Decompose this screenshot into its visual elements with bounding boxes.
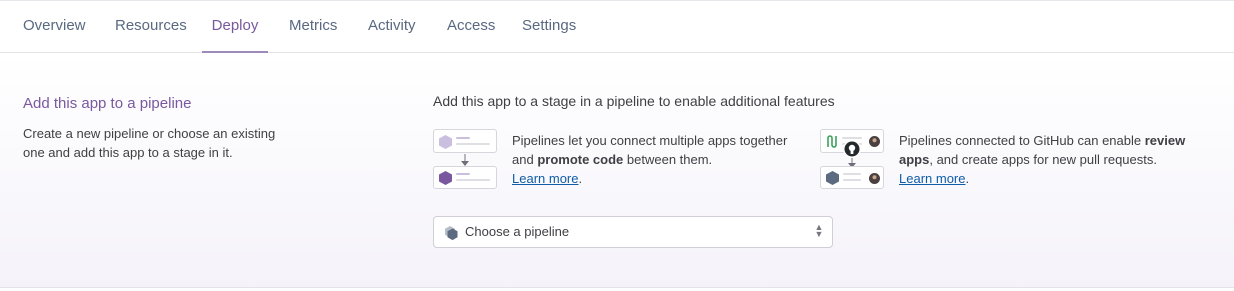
choose-pipeline-select[interactable]: Choose a pipeline ▲ ▼ bbox=[433, 216, 833, 248]
tab-resources[interactable]: Resources bbox=[115, 3, 187, 53]
select-chevron-icon: ▲ ▼ bbox=[814, 222, 824, 239]
tab-label: Settings bbox=[522, 17, 577, 34]
feature-bold-text: promote code bbox=[537, 152, 624, 167]
tab-label: Access bbox=[447, 17, 496, 34]
tab-label: Metrics bbox=[289, 17, 338, 34]
feature-text: . bbox=[965, 171, 970, 186]
tab-settings[interactable]: Settings bbox=[522, 3, 576, 53]
tab-access[interactable]: Access bbox=[447, 3, 495, 53]
learn-more-github-link[interactable]: Learn more bbox=[899, 171, 965, 186]
section-description: Create a new pipeline or choose an exist… bbox=[23, 126, 276, 160]
tab-deploy[interactable]: Deploy bbox=[202, 3, 268, 53]
select-value: Choose a pipeline bbox=[465, 224, 570, 239]
tab-overview[interactable]: Overview bbox=[23, 3, 86, 53]
app-tabs: Overview Resources Deploy Metrics Activi… bbox=[0, 3, 1234, 53]
feature-pipelines-text: Pipelines let you connect multiple apps … bbox=[512, 131, 802, 188]
feature-text: between them. bbox=[623, 152, 713, 167]
pipeline-hexagon-icon bbox=[445, 226, 458, 241]
tab-label: Activity bbox=[368, 17, 416, 34]
tab-label: Overview bbox=[23, 17, 86, 34]
section-title: Add this app to a pipeline bbox=[23, 95, 192, 112]
pipeline-stages-illustration-icon bbox=[433, 129, 497, 189]
tab-label: Resources bbox=[115, 17, 187, 34]
feature-github-text: Pipelines connected to GitHub can enable… bbox=[899, 131, 1214, 188]
tab-activity[interactable]: Activity bbox=[368, 3, 416, 53]
tab-label: Deploy bbox=[211, 17, 259, 34]
github-review-apps-illustration-icon bbox=[820, 129, 884, 189]
feature-text: . bbox=[578, 171, 583, 186]
section-divider bbox=[0, 287, 1234, 288]
feature-text: Pipelines connected to GitHub can enable bbox=[899, 133, 1145, 148]
tab-metrics[interactable]: Metrics bbox=[289, 3, 337, 53]
feature-text: , and create apps for new pull requests. bbox=[929, 152, 1157, 167]
learn-more-pipelines-link[interactable]: Learn more bbox=[512, 171, 578, 186]
features-heading: Add this app to a stage in a pipeline to… bbox=[433, 93, 835, 109]
